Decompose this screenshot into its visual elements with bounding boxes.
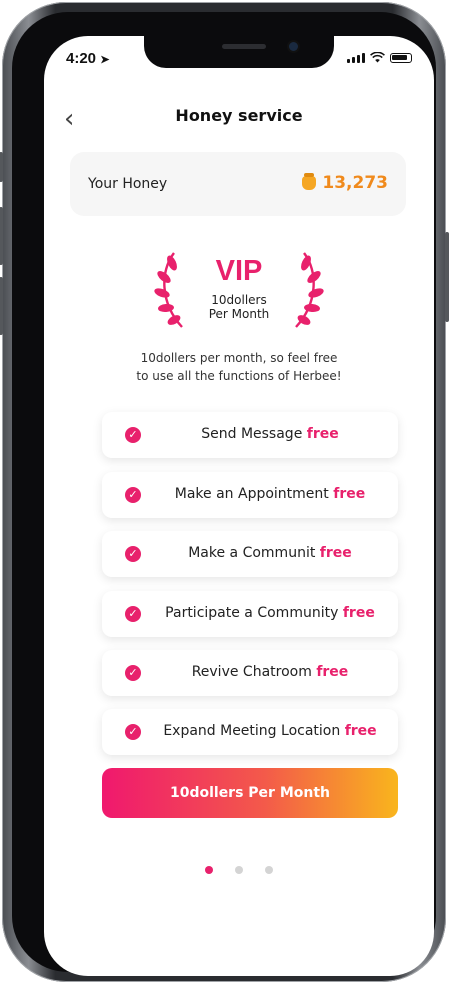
wifi-icon [370,52,385,63]
feature-label: Make a Communit [188,545,316,561]
notch [144,36,334,68]
free-tag: free [319,545,352,561]
page-dot[interactable] [265,866,273,874]
vip-price-line1: 10dollers [211,293,267,307]
free-tag: free [306,426,339,442]
plan-description: 10dollers per month, so feel free to use… [44,349,434,385]
vip-price: 10dollers Per Month [44,293,434,321]
plan-description-line1: 10dollers per month, so feel free [140,351,338,365]
vip-price-line2: Per Month [208,307,270,321]
honey-amount: 13,273 [322,173,388,193]
feature-item: ✓ Make an Appointment free [102,472,398,518]
mute-switch [0,152,3,182]
honey-pot-icon [302,173,317,190]
location-arrow-icon: ➤ [100,54,110,66]
free-tag: free [342,605,375,621]
page-dot[interactable] [235,866,243,874]
check-circle-icon: ✓ [125,487,141,503]
feature-label: Participate a Community [165,605,339,621]
status-icons [347,52,412,63]
feature-item: ✓ Expand Meeting Location free [102,709,398,755]
app-screen: 4:20 ➤ ‹ Honey service Your Honey 13,273… [44,36,434,976]
feature-label: Revive Chatroom [191,664,312,680]
check-circle-icon: ✓ [125,427,141,443]
status-time: 4:20 ➤ [66,50,110,67]
feature-item: ✓ Participate a Community free [102,591,398,637]
battery-icon [390,53,412,63]
page-dot-active[interactable] [205,866,213,874]
free-tag: free [316,664,349,680]
honey-label: Your Honey [88,176,168,192]
free-tag: free [344,723,377,739]
vip-plan-badge: VIP 10dollers Per Month [44,251,434,341]
check-circle-icon: ✓ [125,546,141,562]
power-button [445,232,449,322]
check-circle-icon: ✓ [125,665,141,681]
check-circle-icon: ✓ [125,606,141,622]
free-tag: free [333,486,366,502]
honey-balance: 13,273 [302,173,388,193]
feature-label: Make an Appointment [174,486,329,502]
feature-label: Send Message [201,426,303,442]
honey-balance-card: Your Honey 13,273 [70,152,406,216]
page-title: Honey service [175,106,303,125]
feature-item: ✓ Revive Chatroom free [102,650,398,696]
feature-item: ✓ Send Message free [102,412,398,458]
phone-frame: 4:20 ➤ ‹ Honey service Your Honey 13,273… [0,2,449,982]
feature-item: ✓ Make a Communit free [102,531,398,577]
vip-title: VIP [215,255,263,287]
front-camera [289,42,298,51]
subscribe-button[interactable]: 10dollers Per Month [102,768,398,818]
check-circle-icon: ✓ [125,724,141,740]
plan-description-line2: to use all the functions of Herbee! [136,369,342,383]
volume-down-button [0,277,3,335]
volume-up-button [0,207,3,265]
earpiece-speaker [222,44,266,49]
feature-label: Expand Meeting Location [163,723,341,739]
page-indicator [44,866,434,874]
signal-icon [347,53,365,63]
bezel: 4:20 ➤ ‹ Honey service Your Honey 13,273… [12,12,436,976]
